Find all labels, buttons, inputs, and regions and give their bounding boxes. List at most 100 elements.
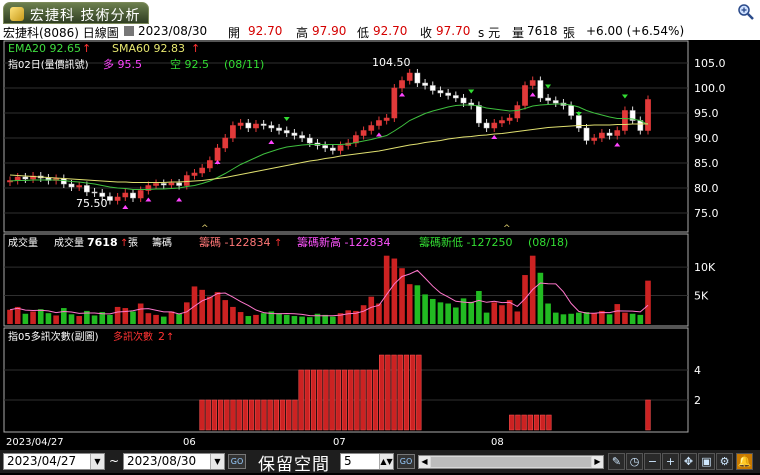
clock-icon[interactable]: ◷: [626, 453, 643, 470]
go-button[interactable]: GO: [228, 454, 246, 469]
volume-bar: [245, 316, 252, 324]
volume-bar: [545, 303, 551, 324]
signal-count-bar: [416, 354, 422, 431]
volume-bar: [522, 275, 528, 324]
signal-count-bar: [379, 354, 385, 431]
signal-count-bar: [385, 354, 391, 431]
candle-body: [230, 125, 236, 139]
volume-bar: [30, 311, 36, 324]
signal-count-bar: [397, 354, 403, 431]
alert-bell-icon[interactable]: 🔔: [736, 453, 753, 470]
candle-body: [114, 196, 121, 201]
volume-bar: [260, 313, 267, 324]
candle-body: [599, 132, 605, 139]
signal-count-bar: [372, 369, 379, 431]
volume-bar: [68, 314, 75, 324]
candle-body: [299, 135, 305, 139]
volume-bar: [145, 313, 152, 324]
signal-date: (08/11): [224, 58, 264, 71]
volume-bar: [345, 310, 352, 324]
frame-icon[interactable]: ▣: [698, 453, 715, 470]
volume-bar: [61, 308, 67, 324]
x-axis-month-07: 07: [333, 437, 346, 448]
candle-body: [253, 123, 259, 129]
stepper-arrows-icon[interactable]: ▲▼: [379, 454, 393, 469]
signal-count-bar: [211, 399, 218, 431]
candle-body: [84, 185, 90, 193]
scroll-left-icon[interactable]: ◀: [419, 456, 430, 468]
candle-body: [499, 120, 505, 124]
signal-count-bar: [273, 399, 279, 431]
candle-body: [606, 132, 613, 136]
candle-body: [391, 87, 398, 119]
signal-count-bar: [540, 414, 546, 431]
zoom-in-icon[interactable]: +: [662, 453, 679, 470]
reserve-space-stepper[interactable]: 5 ▲▼: [340, 453, 394, 470]
chip-new-low: 籌碼新低 -127250: [419, 235, 512, 249]
go-button-2[interactable]: GO: [397, 454, 415, 469]
signal-count-bar: [310, 369, 317, 431]
chart-tab[interactable]: 宏捷科 技術分析: [3, 2, 149, 24]
candle-body: [552, 100, 559, 104]
volume-bar: [645, 280, 651, 324]
scroll-thumb[interactable]: [431, 457, 591, 467]
signal-count-bar: [298, 369, 304, 431]
bull-label: 多 95.5: [103, 57, 142, 71]
volume-bar: [552, 312, 559, 324]
title-bar: 宏捷科 技術分析: [0, 0, 760, 24]
chip-value: 籌碼 -122834: [199, 236, 270, 249]
signal-count-bar: [317, 369, 323, 431]
candle-body: [168, 182, 175, 186]
scroll-right-icon[interactable]: ▶: [592, 456, 603, 468]
time-scrollbar[interactable]: ◀ ▶: [418, 455, 604, 469]
candle-body: [245, 122, 252, 129]
candle-body: [329, 147, 336, 151]
sma60-line: [9, 123, 649, 183]
zoom-out-icon[interactable]: −: [644, 453, 661, 470]
signal-count-bar: [304, 369, 310, 431]
chevron-down-icon[interactable]: ▼: [210, 454, 224, 469]
price-tick-label: 85.0: [694, 157, 719, 170]
candle-body: [506, 117, 513, 121]
volume-bar: [37, 309, 44, 324]
magnifier-icon[interactable]: [737, 3, 755, 21]
candle-body: [68, 183, 75, 188]
candle-body: [76, 185, 83, 188]
signal-count-bar: [391, 354, 397, 431]
chevron-down-icon[interactable]: ▼: [90, 454, 104, 469]
candle-body: [14, 176, 21, 181]
volume-bar: [360, 305, 367, 324]
low-value: 92.70: [373, 24, 408, 38]
tech-chart[interactable]: 105.0 100.0 95.0 90.0 85.0 80.0 75.0 EMA20 92.…: [0, 40, 760, 450]
volume-bar: [299, 316, 305, 324]
volume-bar: [7, 309, 13, 324]
date-from-select[interactable]: 2023/04/27 ▼: [3, 453, 105, 470]
volume-bar: [622, 312, 628, 324]
candle-body: [176, 182, 182, 186]
sma60-arrow: ↑: [191, 42, 200, 55]
candle-body: [399, 80, 405, 89]
x-axis-month-06: 06: [183, 437, 196, 448]
chart-edit-icon[interactable]: ✎: [608, 453, 625, 470]
candle-body: [360, 130, 367, 136]
settings-icon[interactable]: ⚙: [716, 453, 733, 470]
marker-a: ^: [201, 224, 209, 234]
calendar-icon[interactable]: [124, 26, 134, 36]
candle-body: [406, 72, 413, 81]
volume-bar: [591, 313, 597, 324]
candle-body: [207, 160, 213, 169]
high-label: 高: [296, 26, 309, 40]
date-to-select[interactable]: 2023/08/30 ▼: [123, 453, 225, 470]
volume-count: 7618: [87, 236, 118, 249]
signal-count-bar: [515, 414, 521, 431]
open-value: 92.70: [248, 24, 283, 38]
candle-body: [514, 105, 521, 119]
move-icon[interactable]: ✥: [680, 453, 697, 470]
volume-bar: [230, 306, 236, 324]
volume-bar: [160, 316, 167, 324]
volume-bar: [253, 314, 259, 324]
signal-count-bar: [205, 399, 211, 431]
signal-count-value: 2: [158, 330, 165, 343]
candle-body: [137, 190, 144, 199]
volume-bar: [614, 304, 621, 324]
